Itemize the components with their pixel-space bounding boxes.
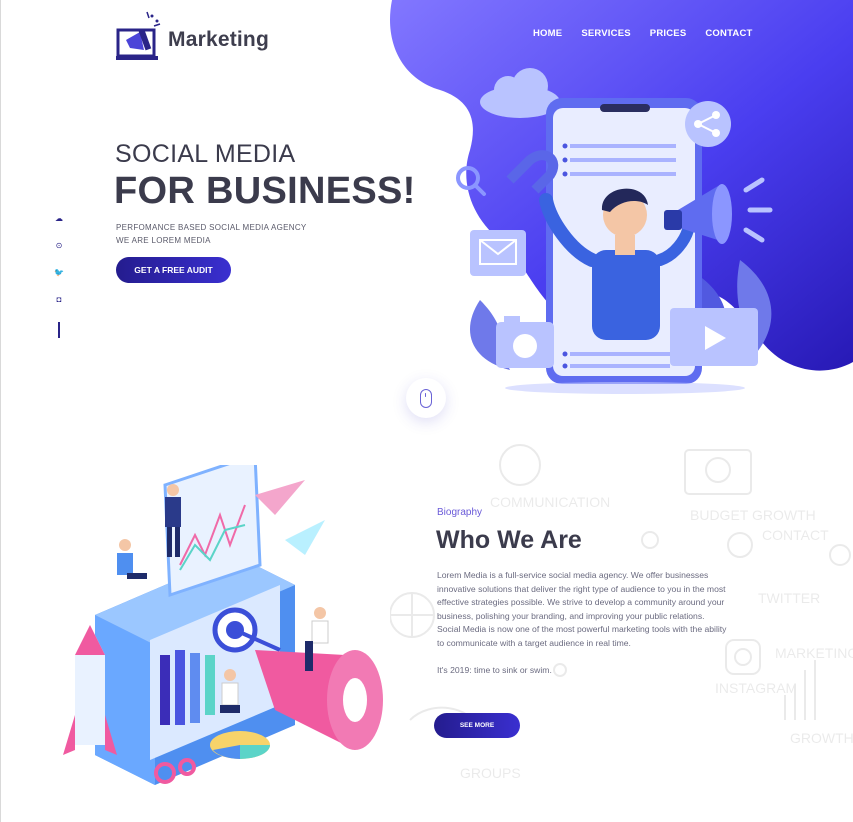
instagram-icon[interactable]: ◘ [57,295,62,305]
isometric-marketing-illustration [63,465,383,785]
share-icon [685,101,731,147]
hero-title: FOR BUSINESS! [114,170,416,212]
doodle-word: MARKETING [775,645,853,661]
section-eyebrow: Biography [437,507,483,518]
pinterest-icon[interactable]: ⊙ [56,241,63,251]
about-description: Lorem Media is a full-service social med… [437,569,727,677]
scroll-down-button[interactable] [406,378,446,418]
about-paragraph: Social Media is now one of the most powe… [437,624,727,648]
cloud-icon[interactable]: ☁ [55,214,63,224]
camera-icon [496,316,554,368]
hero-subtitle-line: WE ARE LOREM MEDIA [116,236,211,245]
mouse-icon [420,388,432,408]
about-paragraph: Lorem Media is a full-service social med… [437,570,726,621]
nav-services[interactable]: SERVICES [581,28,630,39]
video-play-icon [670,308,758,366]
brand-logo[interactable]: Marketing [114,10,269,62]
section-title: Who We Are [436,526,582,554]
doodle-word: COMMUNICATION [490,494,610,510]
nav-contact[interactable]: CONTACT [705,28,752,39]
doodle-word: INSTAGRAM [715,680,797,696]
see-more-button[interactable]: SEE MORE [434,713,520,738]
doodle-word: TWITTER [758,590,820,606]
doodle-word: CONTACT [762,527,829,543]
nav-home[interactable]: HOME [533,28,562,39]
doodle-word: GROWTH [790,730,853,746]
hero-kicker: SOCIAL MEDIA [115,140,296,168]
main-nav: HOME SERVICES PRICES CONTACT [533,28,772,39]
hero-subtitle-line: PERFOMANCE BASED SOCIAL MEDIA AGENCY [116,223,307,232]
doodle-word: BUDGET GROWTH [690,507,816,523]
twitter-icon[interactable]: 🐦 [54,268,64,278]
mail-icon [470,230,526,276]
free-audit-button[interactable]: GET A FREE AUDIT [116,257,231,283]
hero-illustration [456,68,773,394]
person-sitting-left [117,539,147,579]
brand-name: Marketing [168,28,269,51]
nav-prices[interactable]: PRICES [650,28,687,39]
social-rail-bar [57,322,60,338]
about-paragraph: It's 2019: time to sink or swim. [437,664,552,675]
social-links: ☁ ⊙ 🐦 ◘ [54,214,64,338]
search-icon [456,166,486,196]
doodle-word: GROUPS [460,765,521,781]
hero-subtitle: PERFOMANCE BASED SOCIAL MEDIA AGENCY WE … [116,221,307,247]
megaphone-logo-icon [116,11,161,60]
